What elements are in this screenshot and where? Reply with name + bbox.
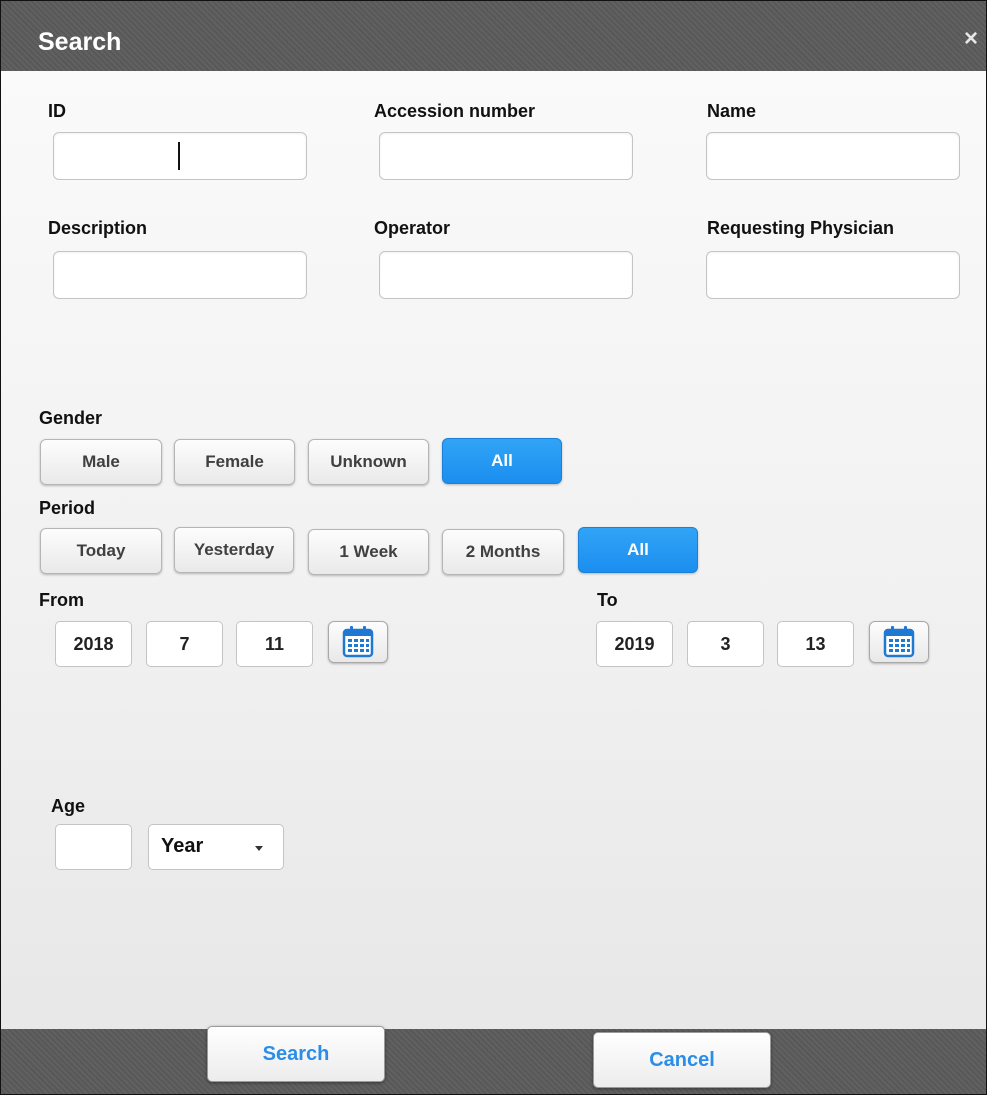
- from-label: From: [39, 590, 84, 610]
- description-label: Description: [48, 218, 148, 238]
- from-year-input[interactable]: 2018: [55, 621, 132, 667]
- dialog-title: Search: [38, 28, 122, 56]
- age-label: Age: [51, 796, 86, 816]
- calendar-icon: [342, 626, 374, 658]
- name-input[interactable]: [706, 132, 960, 180]
- gender-label: Gender: [39, 408, 103, 428]
- period-2-months-button[interactable]: 2 Months: [442, 529, 564, 575]
- to-label: To: [597, 590, 618, 610]
- period-today-button[interactable]: Today: [40, 528, 162, 574]
- calendar-icon: [883, 626, 915, 658]
- from-month-input[interactable]: 7: [146, 621, 223, 667]
- age-input[interactable]: [55, 824, 132, 870]
- to-day-input[interactable]: 13: [777, 621, 854, 667]
- to-year-input[interactable]: 2019: [596, 621, 673, 667]
- period-label: Period: [39, 498, 96, 518]
- period-all-button[interactable]: All: [578, 527, 698, 573]
- period-1-week-button[interactable]: 1 Week: [308, 529, 429, 575]
- description-input[interactable]: [53, 251, 307, 299]
- search-button[interactable]: Search: [207, 1026, 385, 1082]
- gender-all-button[interactable]: All: [442, 438, 562, 484]
- search-dialog: Search × ID Accession number Name Descri…: [0, 0, 987, 1095]
- gender-female-button[interactable]: Female: [174, 439, 295, 485]
- operator-label: Operator: [374, 218, 451, 238]
- from-calendar-button[interactable]: [328, 621, 388, 663]
- cancel-button[interactable]: Cancel: [593, 1032, 771, 1088]
- id-input[interactable]: [53, 132, 307, 180]
- accession-number-label: Accession number: [374, 101, 536, 121]
- age-unit-value: Year: [161, 835, 204, 857]
- gender-male-button[interactable]: Male: [40, 439, 162, 485]
- footer-bar: Search Cancel: [1, 1026, 986, 1094]
- id-label: ID: [48, 101, 66, 121]
- name-label: Name: [707, 101, 757, 121]
- to-calendar-button[interactable]: [869, 621, 929, 663]
- requesting-physician-label: Requesting Physician: [707, 218, 895, 238]
- accession-number-input[interactable]: [379, 132, 633, 180]
- to-month-input[interactable]: 3: [687, 621, 764, 667]
- gender-unknown-button[interactable]: Unknown: [308, 439, 429, 485]
- close-icon[interactable]: ×: [959, 27, 983, 51]
- title-bar: Search ×: [1, 1, 986, 71]
- period-yesterday-button[interactable]: Yesterday: [174, 527, 294, 573]
- caret-down-icon: [255, 846, 263, 851]
- requesting-physician-input[interactable]: [706, 251, 960, 299]
- from-day-input[interactable]: 11: [236, 621, 313, 667]
- operator-input[interactable]: [379, 251, 633, 299]
- age-unit-select[interactable]: Year: [148, 824, 284, 870]
- text-caret: [178, 142, 180, 170]
